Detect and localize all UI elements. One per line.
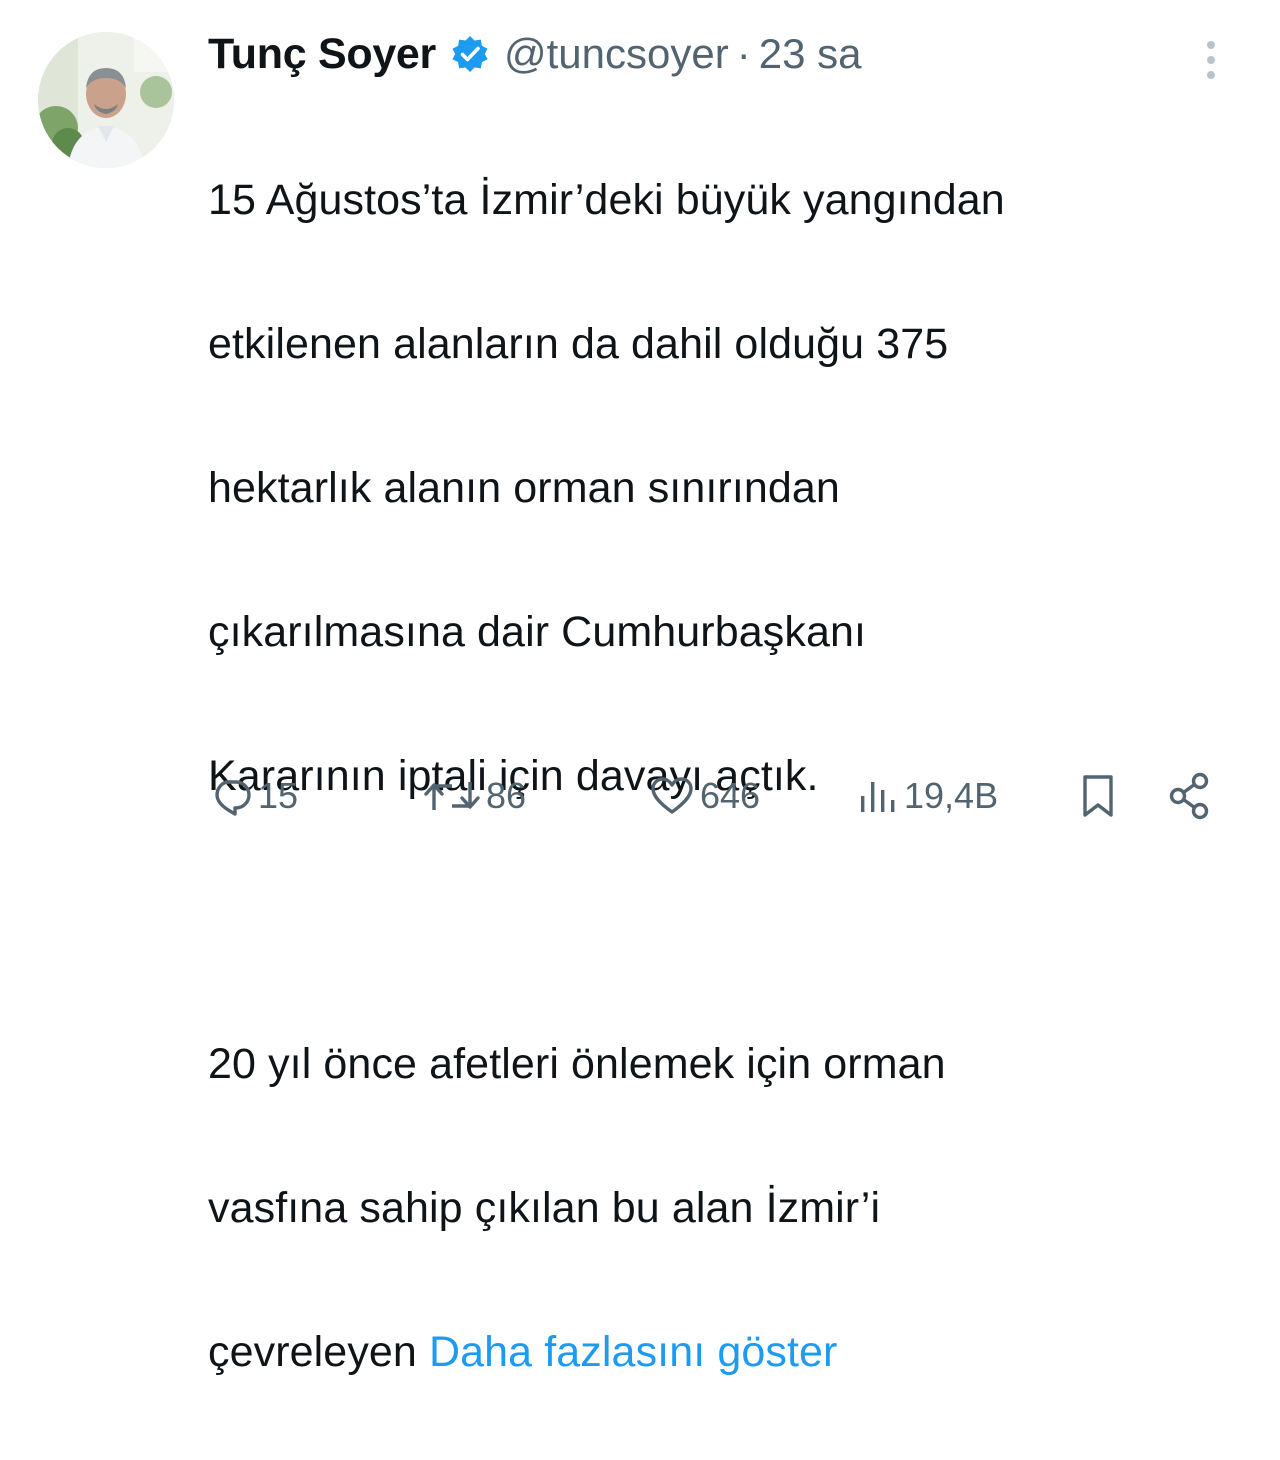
views-button[interactable]: 19,4B <box>856 768 998 824</box>
retweet-button[interactable]: 86 <box>422 768 526 824</box>
share-icon <box>1166 771 1214 821</box>
tweet-text-line: hektarlık alanın orman sınırından <box>208 464 840 512</box>
bookmark-icon <box>1076 771 1120 821</box>
verified-badge-icon <box>450 34 490 74</box>
retweet-icon <box>422 774 482 818</box>
reply-count: 15 <box>258 775 299 816</box>
separator-dot: · <box>736 30 751 77</box>
like-button[interactable]: 646 <box>648 768 760 824</box>
retweet-count: 86 <box>486 775 527 816</box>
more-vertical-icon[interactable] <box>1196 36 1226 84</box>
tweet-text-line: 20 yıl önce afetleri önlemek için orman <box>208 1040 946 1088</box>
bookmark-button[interactable] <box>1076 768 1120 824</box>
tweet-header: Tunç Soyer @tuncsoyer · 23 sa <box>208 22 861 86</box>
timestamp[interactable]: 23 sa <box>759 30 862 78</box>
avatar[interactable] <box>38 32 174 168</box>
tweet-actions: 15 86 646 19,4B <box>0 768 1280 824</box>
views-chart-icon <box>856 774 900 818</box>
tweet-text-line: vasfına sahip çıkılan bu alan İzmir’i <box>208 1184 881 1232</box>
tweet-text-last-line: çevreleyen Daha fazlasını göster <box>208 1316 1258 1388</box>
share-button[interactable] <box>1166 768 1214 824</box>
paragraph-break <box>208 884 1258 956</box>
display-name[interactable]: Tunç Soyer <box>208 30 436 79</box>
like-count: 646 <box>700 775 761 816</box>
tweet-text-line: etkilenen alanların da dahil olduğu 375 <box>208 320 949 368</box>
views-count: 19,4B <box>904 775 999 816</box>
tweet-text-line: çevreleyen <box>208 1328 429 1376</box>
tweet[interactable]: Tunç Soyer @tuncsoyer · 23 sa 15 Ağustos… <box>0 0 1280 1376</box>
reply-icon <box>210 774 254 818</box>
handle[interactable]: @tuncsoyer <box>504 30 729 78</box>
show-more-link[interactable]: Daha fazlasını göster <box>429 1328 837 1376</box>
reply-button[interactable]: 15 <box>210 768 298 824</box>
avatar-photo <box>38 32 174 168</box>
tweet-text-line: 15 Ağustos’ta İzmir’deki büyük yangından <box>208 176 1005 224</box>
tweet-text-line: çıkarılmasına dair Cumhurbaşkanı <box>208 608 867 656</box>
heart-icon <box>648 774 696 818</box>
